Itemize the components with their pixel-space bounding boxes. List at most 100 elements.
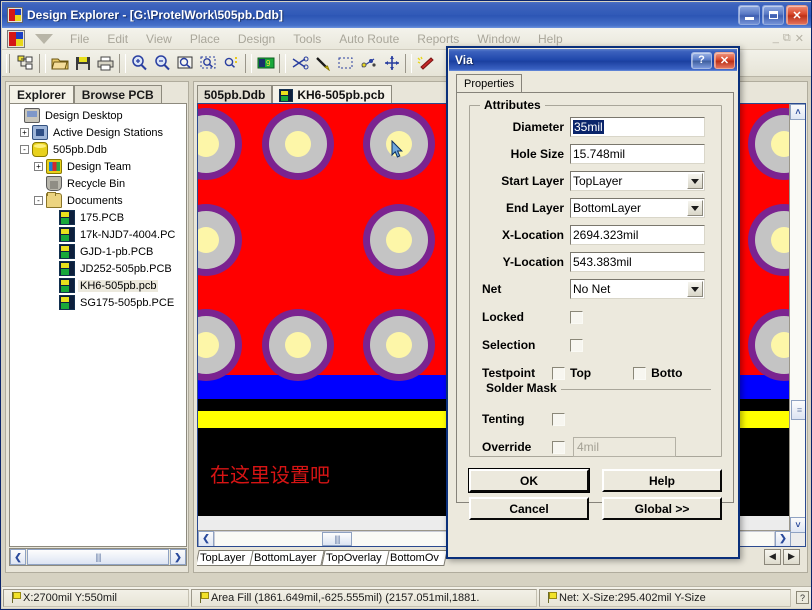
tab-explorer[interactable]: Explorer [9, 85, 74, 104]
menu-drag-handle[interactable] [33, 32, 55, 46]
status-help-button[interactable]: ? [796, 591, 809, 604]
diameter-input[interactable]: 35mil [570, 117, 705, 137]
layer-tab-toplayer[interactable]: TopLayer [197, 550, 254, 566]
tree-item-175-pcb[interactable]: 175.PCB [12, 209, 184, 226]
mdi-minimize-button[interactable]: _ [773, 32, 779, 45]
scroll-down-arrow-icon[interactable]: ˅ [790, 517, 805, 533]
menu-item-design[interactable]: Design [229, 30, 284, 48]
scroll-left-arrow-icon[interactable]: ❮ [10, 549, 26, 565]
cut-icon[interactable] [288, 52, 311, 74]
save-icon[interactable] [71, 52, 94, 74]
zoom-in-icon[interactable] [128, 52, 151, 74]
testpoint-bottom-checkbox[interactable] [633, 366, 647, 380]
mdi-restore-button[interactable]: ⧉ [783, 32, 791, 45]
global-button[interactable]: Global >> [602, 497, 722, 520]
clear-filter-icon[interactable] [414, 52, 437, 74]
mdi-close-button[interactable]: ✕ [795, 32, 804, 45]
menu-item-help[interactable]: Help [529, 30, 572, 48]
move-icon[interactable] [380, 52, 403, 74]
ok-button[interactable]: OK [469, 469, 589, 492]
via-pad[interactable] [748, 309, 790, 381]
tree-collapse-toggle[interactable]: - [20, 145, 29, 154]
menu-item-file[interactable]: File [61, 30, 98, 48]
scroll-up-arrow-icon[interactable]: ˄ [790, 104, 805, 120]
scroll-right-arrow-icon[interactable]: ❯ [170, 549, 186, 565]
vertical-scroll-track[interactable]: ≡ [790, 120, 805, 517]
doctab-kh6-505pb-pcb[interactable]: KH6-505pb.pcb [272, 85, 392, 104]
cross-probe-icon[interactable] [357, 52, 380, 74]
open-icon[interactable] [48, 52, 71, 74]
maximize-button[interactable] [762, 5, 784, 25]
tree-item-design-desktop[interactable]: Design Desktop [12, 107, 184, 124]
locked-checkbox[interactable] [570, 310, 583, 324]
layer-tab-prev-button[interactable]: ◀ [764, 548, 781, 565]
close-button[interactable]: ✕ [786, 5, 808, 25]
layer-tab-topoverlay[interactable]: TopOverlay [320, 550, 390, 566]
horizontal-scroll-thumb[interactable]: |||| [322, 531, 352, 546]
override-checkbox[interactable] [552, 440, 565, 454]
tree-item-505pb-ddb[interactable]: - 505pb.Ddb [12, 141, 184, 158]
tree-item-sg175-505pb-pce[interactable]: SG175-505pb.PCE [12, 294, 184, 311]
help-button[interactable]: Help [602, 469, 722, 492]
minimize-button[interactable] [738, 5, 760, 25]
canvas-scroll-right-arrow-icon[interactable]: ❯ [775, 530, 791, 546]
tree-collapse-toggle[interactable]: - [34, 196, 43, 205]
selection-checkbox[interactable] [570, 338, 583, 352]
tree-item-17k-njd7-4004-pcb[interactable]: 17k-NJD7-4004.PC [12, 226, 184, 243]
tree-item-recycle-bin[interactable]: Recycle Bin [12, 175, 184, 192]
via-pad[interactable] [198, 204, 242, 276]
tree-expand-toggle[interactable]: + [20, 128, 29, 137]
tree-item-active-design-stations[interactable]: + Active Design Stations [12, 124, 184, 141]
y-location-input[interactable]: 543.383mil [570, 252, 705, 272]
zoom-region-icon[interactable] [197, 52, 220, 74]
menu-item-window[interactable]: Window [468, 30, 529, 48]
start-layer-combo[interactable]: TopLayer [570, 171, 705, 191]
canvas-scroll-left-arrow-icon[interactable]: ❮ [198, 530, 214, 546]
doctab-505pb-ddb[interactable]: 505pb.Ddb [197, 85, 273, 104]
dialog-close-button[interactable]: ✕ [714, 51, 735, 69]
via-pad[interactable] [198, 108, 242, 180]
menu-item-reports[interactable]: Reports [408, 30, 468, 48]
menu-item-tools[interactable]: Tools [284, 30, 330, 48]
tab-properties[interactable]: Properties [456, 74, 523, 93]
via-pad[interactable] [363, 309, 435, 381]
menu-item-view[interactable]: View [137, 30, 181, 48]
via-pad[interactable] [363, 204, 435, 276]
dialog-help-button[interactable]: ? [691, 51, 712, 69]
tenting-checkbox[interactable] [552, 412, 565, 426]
x-location-input[interactable]: 2694.323mil [570, 225, 705, 245]
layer-tab-bottomlayer[interactable]: BottomLayer [249, 550, 326, 566]
via-pad[interactable] [262, 108, 334, 180]
tab-browse-pcb[interactable]: Browse PCB [73, 85, 162, 104]
explorer-horizontal-scrollbar[interactable]: ❮ |||| ❯ [9, 548, 187, 566]
layer-tab-next-button[interactable]: ▶ [783, 548, 800, 565]
tree-item-documents[interactable]: - Documents [12, 192, 184, 209]
tree-item-design-team[interactable]: + Design Team [12, 158, 184, 175]
via-pad[interactable] [748, 108, 790, 180]
menu-item-place[interactable]: Place [181, 30, 229, 48]
select-area-icon[interactable] [334, 52, 357, 74]
tree-item-gjd-1-pb-pcb[interactable]: GJD-1-pb.PCB [12, 243, 184, 260]
end-layer-combo[interactable]: BottomLayer [570, 198, 705, 218]
design-explorer-tree[interactable]: Design Desktop + Active Design Stations … [9, 103, 187, 547]
zoom-out-icon[interactable] [151, 52, 174, 74]
menu-item-edit[interactable]: Edit [98, 30, 137, 48]
paste-icon[interactable] [311, 52, 334, 74]
tree-expand-toggle[interactable]: + [34, 162, 43, 171]
net-combo[interactable]: No Net [570, 279, 705, 299]
zoom-selected-icon[interactable] [220, 52, 243, 74]
chevron-down-icon[interactable] [687, 200, 703, 216]
vertical-scroll-thumb[interactable]: ≡ [791, 400, 805, 420]
canvas-vertical-scrollbar[interactable]: ˄ ≡ ˅ [789, 104, 805, 533]
cancel-button[interactable]: Cancel [469, 497, 589, 520]
explorer-panel-icon[interactable] [14, 52, 37, 74]
toolbar-grip[interactable] [6, 53, 10, 73]
tree-item-jd252-505pb-pcb[interactable]: JD252-505pb.PCB [12, 260, 184, 277]
via-pad[interactable] [262, 309, 334, 381]
testpoint-top-checkbox[interactable] [552, 366, 565, 380]
menu-item-auto-route[interactable]: Auto Route [330, 30, 408, 48]
print-icon[interactable] [94, 52, 117, 74]
browse-icon[interactable]: 9 [254, 52, 277, 74]
hole-size-input[interactable]: 15.748mil [570, 144, 705, 164]
zoom-area-icon[interactable] [174, 52, 197, 74]
